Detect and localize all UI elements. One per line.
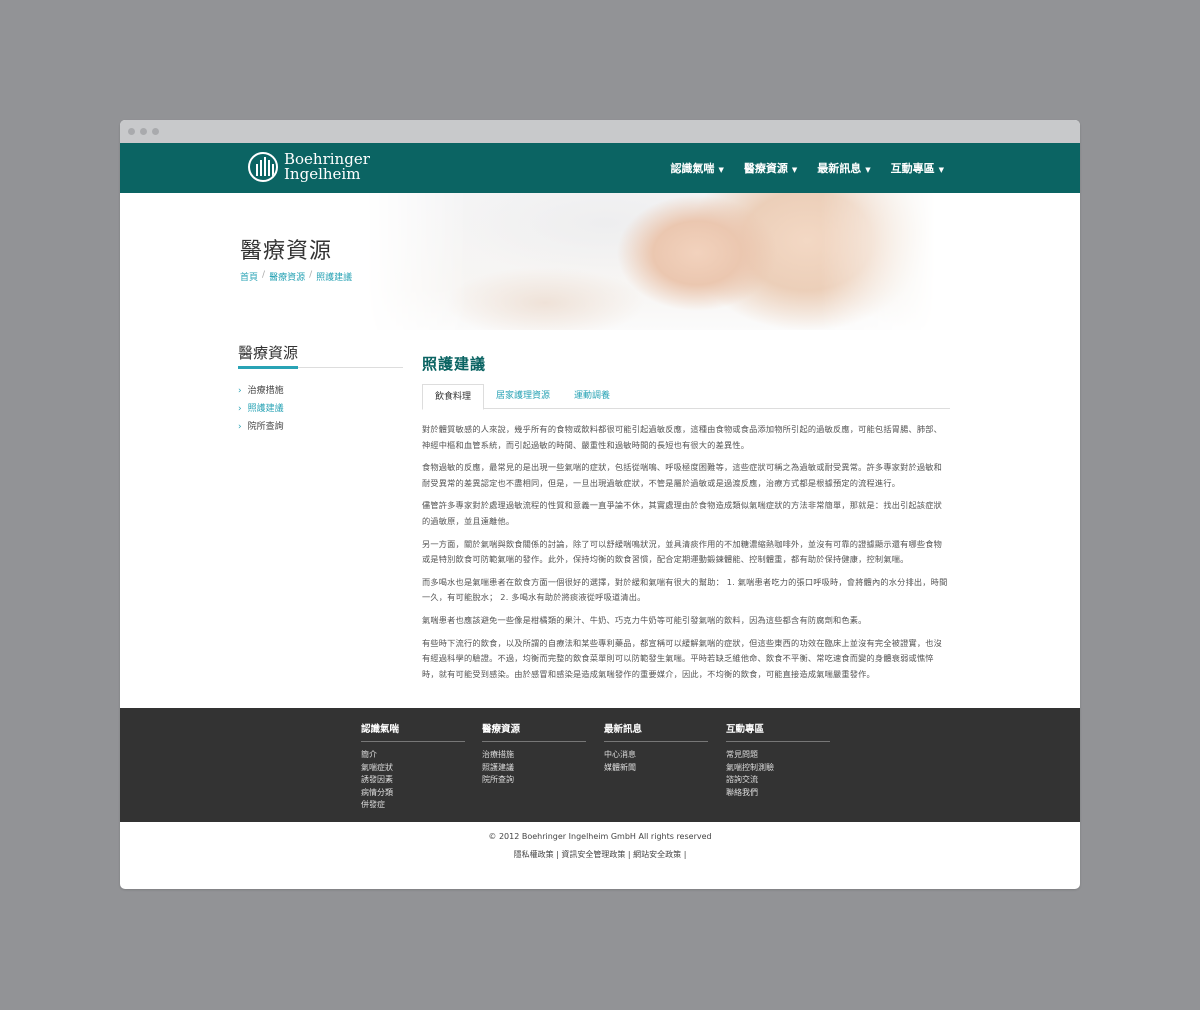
footer-link[interactable]: 氣喘症狀	[361, 762, 465, 775]
tab-exercise[interactable]: 運動調養	[562, 384, 622, 408]
window-minimize-dot[interactable]	[140, 128, 147, 135]
footer-link[interactable]: 照護建議	[482, 762, 586, 775]
caret-down-icon: ▼	[865, 166, 871, 174]
tab-home-care[interactable]: 居家護理資源	[484, 384, 562, 408]
sidebar-item-label: 院所查詢	[247, 422, 284, 432]
footer-link[interactable]: 院所查詢	[482, 774, 586, 787]
breadcrumb: 首頁 / 醫療資源 / 照護建議	[240, 270, 352, 283]
main-content: 照護建議 飲食料理 居家護理資源 運動調養 對於體質敏感的人來說，幾乎所有的食物…	[422, 353, 950, 689]
sidebar-list: › 治療措施 › 照護建議 › 院所查詢	[238, 382, 403, 436]
article-body: 對於體質敏感的人來說，幾乎所有的食物或飲料都很可能引起過敏反應，這種由食物或食品…	[422, 422, 950, 682]
nav-item-label: 醫療資源	[743, 162, 788, 175]
sidebar-item-label: 治療措施	[247, 386, 284, 396]
article-paragraph: 而多喝水也是氣喘患者在飲食方面一個很好的選擇，對於緩和氣喘有很大的幫助： 1. …	[422, 576, 948, 603]
privacy-policy-link[interactable]: 隱私權政策	[514, 850, 554, 859]
nav-item-label: 認識氣喘	[670, 162, 715, 175]
footer-link[interactable]: 誘發因素	[361, 774, 465, 787]
window-close-dot[interactable]	[128, 128, 135, 135]
main-nav: 認識氣喘 ▼ 醫療資源 ▼ 最新訊息 ▼ 互動專區 ▼	[650, 143, 944, 193]
breadcrumb-current[interactable]: 照護建議	[316, 270, 352, 283]
brand-logo[interactable]: Boehringer Ingelheim	[248, 152, 370, 182]
hero-banner: 醫療資源 首頁 / 醫療資源 / 照護建議	[120, 193, 1080, 330]
breadcrumb-medical-resources[interactable]: 醫療資源	[269, 270, 305, 283]
nav-item-asthma[interactable]: 認識氣喘 ▼	[670, 160, 723, 176]
boehringer-logo-icon	[248, 152, 278, 182]
caret-down-icon: ▼	[718, 166, 724, 174]
brand-name: Boehringer Ingelheim	[284, 152, 370, 182]
footer-column-title: 醫療資源	[482, 721, 586, 742]
nav-item-interactive[interactable]: 互動專區 ▼	[891, 160, 944, 176]
footer-column-title: 最新訊息	[604, 721, 708, 742]
sidebar-item-treatment[interactable]: › 治療措施	[238, 382, 403, 400]
tab-diet[interactable]: 飲食料理	[422, 384, 485, 410]
footer-link[interactable]: 氣喘控制測驗	[726, 762, 830, 775]
footer-column-title: 認識氣喘	[361, 721, 465, 742]
browser-window: Boehringer Ingelheim 認識氣喘 ▼ 醫療資源 ▼ 最新訊息 ▼ 互…	[120, 120, 1080, 889]
footer-link[interactable]: 常見問題	[726, 749, 830, 762]
section-title: 照護建議	[422, 355, 487, 373]
footer-link[interactable]: 治療措施	[482, 749, 586, 762]
chevron-right-icon: ›	[238, 386, 242, 396]
footer-column-medical-resources: 醫療資源 治療措施 照護建議 院所查詢	[482, 721, 586, 787]
page-title: 醫療資源	[240, 239, 333, 264]
brand-name-line2: Ingelheim	[284, 165, 361, 183]
policy-separator: |	[683, 850, 687, 859]
breadcrumb-separator: /	[309, 270, 313, 280]
footer-link[interactable]: 媒體新聞	[604, 762, 708, 775]
breadcrumb-home[interactable]: 首頁	[240, 270, 258, 283]
article-paragraph: 儘管許多專家對於處理過敏流程的性質和意義一直爭論不休，其實處理由於食物造成類似氣…	[422, 500, 943, 526]
footer-column-news: 最新訊息 中心消息 媒體新聞	[604, 721, 708, 774]
chevron-right-icon: ›	[238, 404, 242, 414]
window-titlebar	[120, 120, 1080, 143]
article-paragraph: 對於體質敏感的人來說，幾乎所有的食物或飲料都很可能引起過敏反應，這種由食物或食品…	[422, 424, 943, 450]
sidebar-item-clinic-search[interactable]: › 院所查詢	[238, 418, 403, 436]
nav-item-medical-resources[interactable]: 醫療資源 ▼	[744, 160, 797, 176]
sidebar-item-label: 照護建議	[247, 404, 284, 414]
article-paragraph: 氣喘患者也應該避免一些像是柑橘類的果汁、牛奶、巧克力牛奶等可能引發氣喘的飲料，因…	[422, 614, 867, 625]
article-paragraph: 另一方面，關於氣喘與飲食關係的討論，除了可以舒緩喘鳴狀況，並具清痰作用的不加糖濃…	[422, 538, 943, 565]
nav-item-label: 最新訊息	[817, 162, 862, 175]
footer-link[interactable]: 諮詢交流	[726, 774, 830, 787]
content-tabs: 飲食料理 居家護理資源 運動調養	[422, 384, 950, 410]
caret-down-icon: ▼	[938, 166, 944, 174]
sidebar-item-care-advice[interactable]: › 照護建議	[238, 400, 403, 418]
footer-column-asthma: 認識氣喘 簡介 氣喘症狀 誘發因素 病情分類 併發症	[361, 721, 465, 812]
footer-link[interactable]: 簡介	[361, 749, 465, 762]
nav-item-label: 互動專區	[890, 162, 935, 175]
nav-item-news[interactable]: 最新訊息 ▼	[817, 160, 870, 176]
site-header: Boehringer Ingelheim 認識氣喘 ▼ 醫療資源 ▼ 最新訊息 ▼ 互…	[120, 143, 1080, 193]
info-security-policy-link[interactable]: 資訊安全管理政策	[561, 850, 625, 859]
caret-down-icon: ▼	[791, 166, 798, 174]
footer-link[interactable]: 病情分類	[361, 787, 465, 800]
hero-photo-mother-baby	[365, 193, 935, 330]
footer-link[interactable]: 併發症	[361, 799, 465, 812]
window-zoom-dot[interactable]	[152, 128, 159, 135]
footer-column-interactive: 互動專區 常見問題 氣喘控制測驗 諮詢交流 聯絡我們	[726, 721, 830, 799]
footer-link[interactable]: 中心消息	[604, 749, 708, 762]
policy-links: 隱私權政策 | 資訊安全管理政策 | 網站安全政策 |	[120, 849, 1080, 860]
site-footer: 認識氣喘 簡介 氣喘症狀 誘發因素 病情分類 併發症 醫療資源 治療措施 照護建…	[120, 708, 1080, 822]
article-paragraph: 食物過敏的反應，最常見的是出現一些氣喘的症狀，包括從喘鳴、呼吸極度困難等，這些症…	[422, 462, 943, 488]
sidebar: 醫療資源 › 治療措施 › 照護建議 › 院所查詢	[238, 342, 403, 436]
footer-link[interactable]: 聯絡我們	[726, 787, 830, 800]
copyright-text: © 2012 Boehringer Ingelheim GmbH All rig…	[488, 832, 712, 841]
footer-column-title: 互動專區	[726, 721, 830, 742]
website-security-policy-link[interactable]: 網站安全政策	[633, 850, 681, 859]
article-paragraph: 有些時下流行的飲食，以及所謂的自療法和某些專利藥品，都宣稱可以緩解氣喘的症狀，但…	[422, 637, 943, 679]
sidebar-title: 醫療資源	[238, 342, 403, 369]
chevron-right-icon: ›	[238, 422, 242, 432]
breadcrumb-separator: /	[262, 270, 266, 280]
